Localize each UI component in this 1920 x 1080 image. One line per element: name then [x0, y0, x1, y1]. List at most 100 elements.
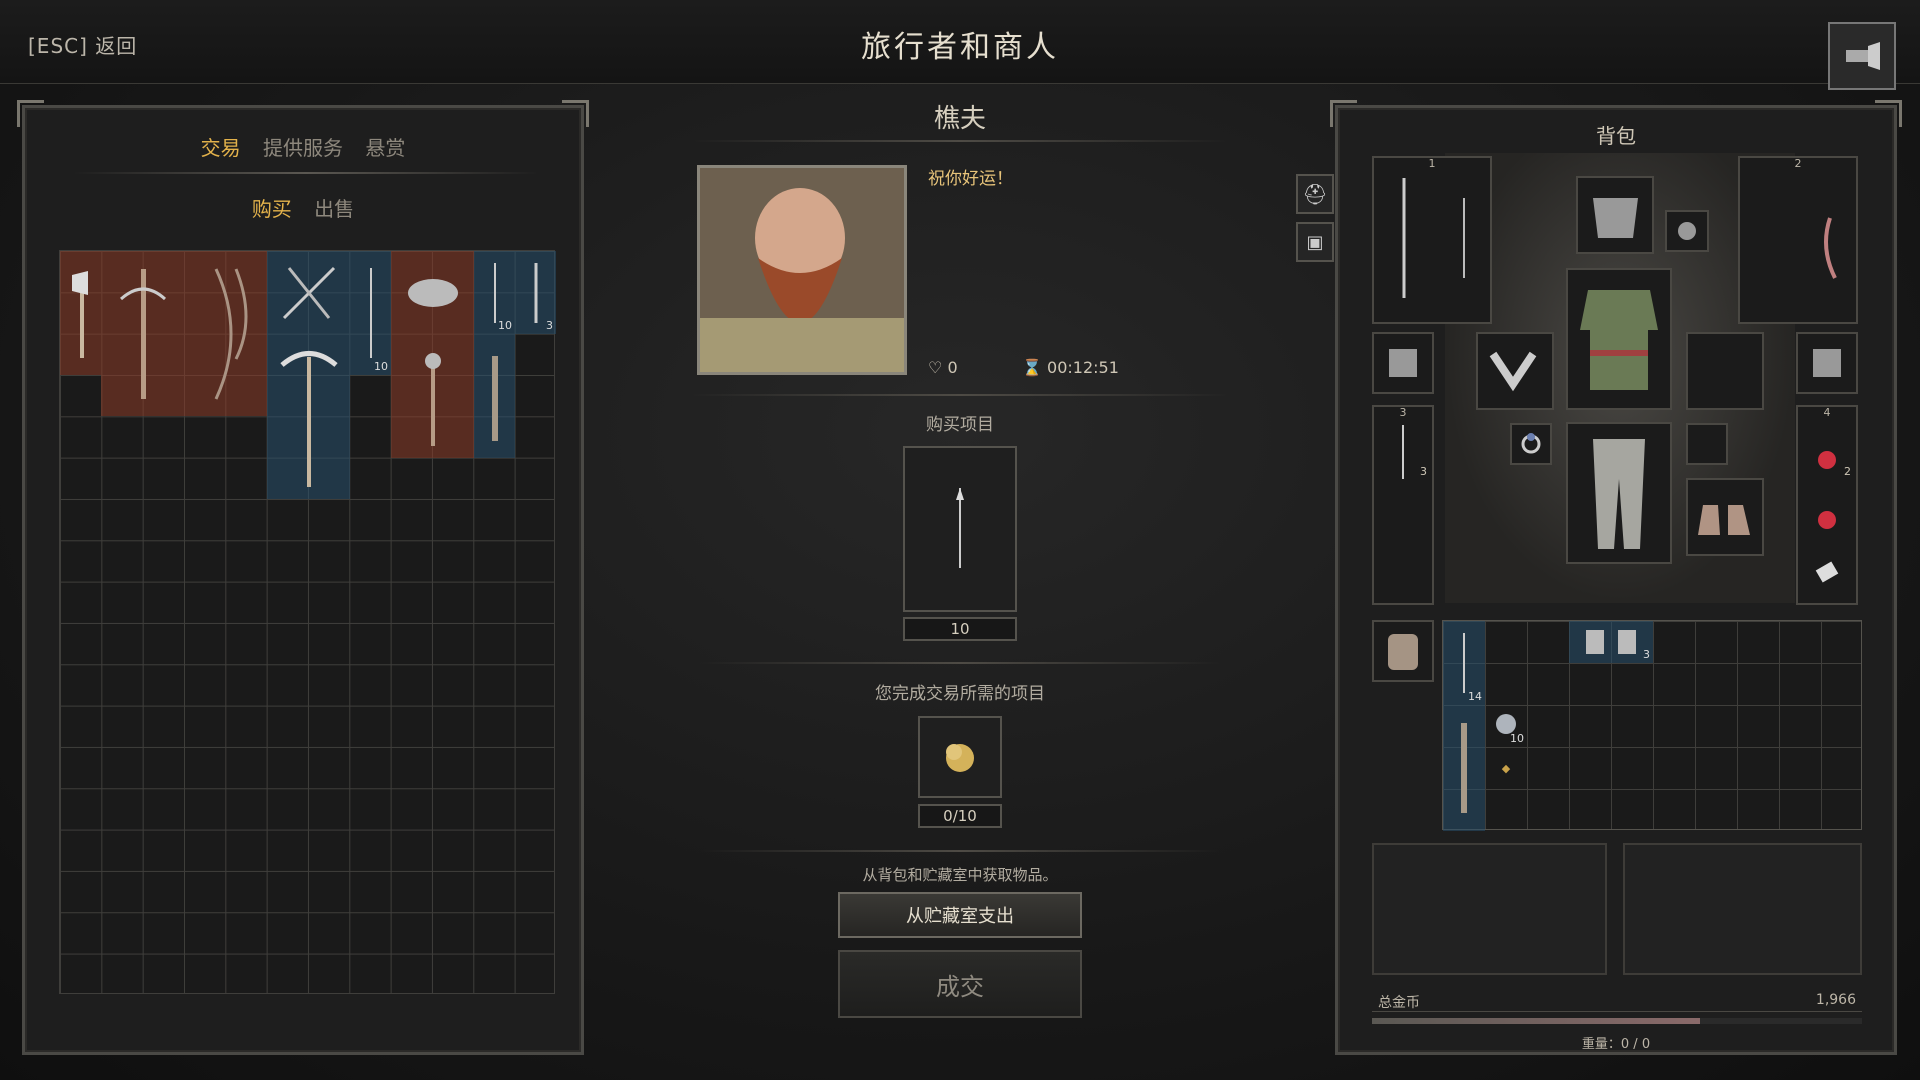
weapon-slot-2[interactable]: 2 [1738, 156, 1858, 324]
bolt-icon [534, 262, 537, 323]
axe-item[interactable] [60, 251, 101, 375]
sword-bundle-item[interactable] [267, 251, 350, 334]
merchant-portrait [697, 165, 907, 375]
item-quantity: 10 [1510, 732, 1524, 745]
quiver-slot-3[interactable]: 3 3 [1372, 405, 1434, 605]
total-gold-row: 总金币 1,966 [1372, 990, 1862, 1012]
helmet-icon [407, 278, 458, 307]
helmet-item[interactable] [391, 251, 474, 334]
gold-label: 总金币 [1378, 995, 1420, 1011]
arrow-icon [1463, 633, 1465, 693]
tab-buy[interactable]: 购买 [252, 197, 292, 221]
bolts-item[interactable]: 3 [515, 251, 556, 334]
weapon-slot-1[interactable]: 1 [1372, 156, 1492, 324]
club-icon [1461, 723, 1467, 813]
item-quantity: 3 [1643, 648, 1650, 661]
amulet-slot[interactable] [1665, 210, 1709, 252]
reputation-value: 0 [947, 358, 958, 377]
timer-value: 00:12:51 [1047, 358, 1119, 377]
small-item[interactable]: ◆ [1485, 747, 1527, 789]
trinket-icon: ◆ [1501, 761, 1511, 775]
arrows-stack[interactable]: 14 [1443, 621, 1485, 705]
legs-slot[interactable] [1566, 422, 1672, 564]
merchant-greeting: 祝你好运！ [928, 169, 1013, 189]
required-progress: 0/10 [918, 804, 1002, 828]
restock-timer: ⌛ 00:12:51 [1022, 358, 1119, 377]
slot-number: 1 [1428, 157, 1436, 170]
potion-icon [1815, 451, 1839, 583]
top-bar: [ESC] 返回 旅行者和商人 [0, 0, 1920, 90]
cloak-slot[interactable] [1686, 332, 1764, 410]
quiver-quantity: 3 [1420, 465, 1427, 478]
helmet-tab-button[interactable]: ⛑ [1296, 174, 1334, 214]
mug-icon [1586, 630, 1636, 654]
flashlight-icon [1846, 42, 1880, 70]
arrows-item-2[interactable]: 10 [474, 251, 515, 334]
pauldron-icon [1389, 349, 1417, 377]
storage-slot-right[interactable] [1623, 843, 1862, 975]
merchant-inventory-panel: 交易 提供服务 悬赏 购买 出售 10 10 3 [17, 100, 589, 1055]
weight-readout: 重量：0 / 0 [1581, 1037, 1651, 1052]
crossbow-icon [119, 268, 166, 399]
bow-item[interactable] [184, 251, 267, 416]
right-shoulder-slot[interactable] [1796, 332, 1858, 394]
mug-stack[interactable]: 3 [1569, 621, 1653, 663]
required-items-label: 您完成交易所需的项目 [875, 684, 1045, 704]
tab-sell[interactable]: 出售 [314, 197, 354, 221]
source-note: 从背包和贮藏室中获取物品。 [862, 866, 1058, 884]
coin-icon [946, 744, 974, 772]
belt-slot-4[interactable]: 4 2 [1796, 405, 1858, 605]
tab-services[interactable]: 提供服务 [263, 136, 343, 160]
chest-slot[interactable] [1566, 268, 1672, 410]
buy-sell-tabs: 购买 出售 [25, 193, 581, 222]
backpack-icon [1388, 634, 1418, 670]
divider [700, 850, 1220, 852]
left-shoulder-slot[interactable] [1372, 332, 1434, 394]
axe-icon [71, 271, 88, 358]
boots-slot[interactable] [1686, 478, 1764, 556]
sword-icon [1402, 178, 1465, 298]
merchant-item-grid[interactable]: 10 10 3 [59, 250, 556, 994]
mace-item[interactable] [391, 334, 474, 458]
head-slot[interactable] [1576, 176, 1654, 254]
divider [690, 140, 1230, 142]
gloves-icon [1489, 351, 1537, 392]
trade-tabs: 交易 提供服务 悬赏 [25, 132, 581, 161]
tab-bounty[interactable]: 悬赏 [365, 136, 405, 160]
divider [690, 394, 1230, 396]
club-item[interactable] [474, 334, 515, 458]
buy-item-slot[interactable] [903, 446, 1017, 612]
amulet-icon [1678, 222, 1696, 240]
tab-trade[interactable]: 交易 [201, 136, 241, 160]
chest-tab-button[interactable]: ▣ [1296, 222, 1334, 262]
slot-number: 2 [1794, 157, 1802, 170]
woodcutter-portrait-icon [700, 168, 904, 372]
ring-slot-2[interactable] [1686, 423, 1728, 465]
potion-quantity: 2 [1844, 465, 1851, 478]
backpack-slot[interactable] [1372, 620, 1434, 682]
confirm-trade-button[interactable]: 成交 [838, 950, 1082, 1018]
coin-pouch-stack[interactable]: 10 [1485, 705, 1527, 747]
backpack-grid[interactable]: 14 3 10 ◆ [1442, 620, 1862, 831]
arrow-icon [493, 262, 496, 323]
merchant-name: 樵夫 [933, 104, 986, 134]
item-quantity: 3 [546, 319, 553, 332]
storage-slot-left[interactable] [1372, 843, 1607, 975]
club-icon [491, 356, 498, 441]
arrows-item[interactable]: 10 [350, 251, 391, 375]
ring-slot[interactable] [1510, 423, 1552, 465]
club-stack[interactable] [1443, 705, 1485, 831]
item-quantity: 10 [498, 319, 512, 332]
trousers-icon [1593, 439, 1645, 549]
required-item-slot[interactable] [918, 716, 1002, 798]
item-quantity: 10 [374, 360, 388, 373]
gloves-slot[interactable] [1476, 332, 1554, 410]
flashlight-button[interactable] [1828, 22, 1896, 90]
pauldron-icon [1813, 349, 1841, 377]
crossbow-item[interactable] [101, 251, 184, 416]
item-quantity: 14 [1468, 690, 1482, 703]
pay-from-stash-button[interactable]: 从贮藏室支出 [838, 892, 1082, 938]
gold-progress-fill [1372, 1018, 1701, 1024]
pickaxe-icon [279, 350, 338, 487]
pickaxe-item[interactable] [267, 334, 350, 499]
